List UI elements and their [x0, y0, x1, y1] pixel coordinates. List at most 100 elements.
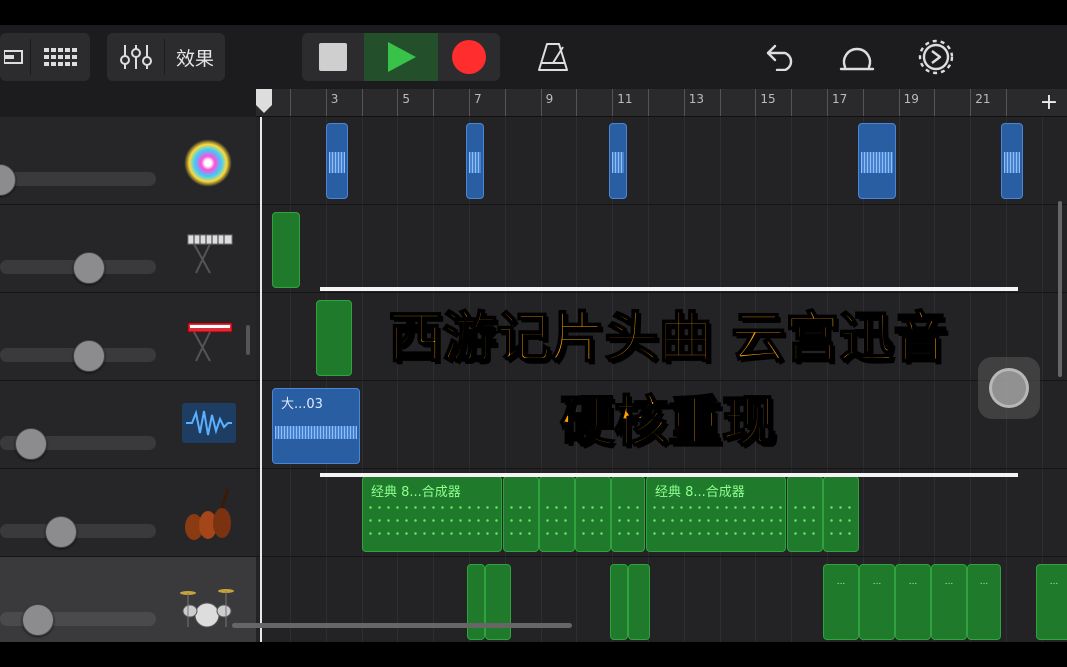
keyboard-icon — [187, 234, 233, 274]
grid-icon[interactable] — [34, 33, 88, 81]
ruler-label: 11 — [617, 92, 633, 106]
stop-button[interactable] — [302, 33, 364, 81]
metronome-icon — [538, 43, 568, 71]
volume-knob[interactable] — [0, 164, 16, 196]
title-rule-bottom — [320, 473, 1018, 477]
loop-button[interactable] — [835, 33, 879, 81]
lane-1 — [256, 117, 1067, 205]
synth-region[interactable] — [503, 476, 539, 552]
add-section-button[interactable]: + — [1031, 89, 1067, 116]
playhead-line[interactable] — [260, 117, 262, 642]
synth-region[interactable]: 经典 8...合成器 — [362, 476, 502, 552]
horizontal-scrollbar[interactable] — [232, 623, 572, 628]
overlay-title-line1: 西游记片头曲 云宫迅音 — [388, 305, 949, 370]
settings-button[interactable] — [914, 33, 958, 81]
synth-region[interactable] — [611, 476, 645, 552]
synth-region[interactable]: 经典 8...合成器 — [646, 476, 786, 552]
tracks-view-icon[interactable] — [0, 33, 28, 81]
audio-region[interactable] — [858, 123, 896, 199]
volume-slider[interactable] — [0, 172, 156, 186]
drum-region[interactable]: ... — [859, 564, 895, 640]
drum-region[interactable] — [628, 564, 650, 640]
ruler-tick — [791, 89, 793, 116]
timeline-ruler[interactable]: 3 5 7 9 11 13 15 17 19 21 + — [256, 89, 1067, 117]
undo-button[interactable] — [760, 33, 802, 81]
ruler-label: 13 — [688, 92, 705, 106]
metronome-button[interactable] — [530, 33, 576, 81]
add-label: + — [1039, 90, 1059, 115]
ruler-label: 5 — [402, 92, 411, 106]
sparkle-icon — [184, 139, 232, 187]
drum-region[interactable]: ... — [1036, 564, 1067, 640]
stop-icon — [319, 43, 347, 71]
audio-region[interactable] — [326, 123, 348, 199]
ruler-tick — [934, 89, 936, 116]
ruler-tick — [648, 89, 649, 116]
ruler-tick — [361, 89, 363, 116]
ruler-label: 17 — [832, 92, 848, 106]
resize-handle[interactable] — [246, 325, 250, 355]
ruler-tick — [898, 89, 900, 116]
play-icon — [388, 42, 416, 72]
vertical-scrollbar[interactable] — [1058, 201, 1062, 377]
drum-region[interactable]: ... — [931, 564, 967, 640]
ruler-tick — [504, 89, 506, 116]
synth-region[interactable] — [823, 476, 859, 552]
ruler-tick — [325, 89, 327, 116]
volume-knob[interactable] — [73, 252, 105, 284]
undo-icon — [766, 44, 793, 71]
volume-knob[interactable] — [73, 340, 105, 372]
volume-knob[interactable] — [15, 428, 47, 460]
region-label: 大...03 — [281, 397, 323, 412]
drum-region[interactable]: ... — [823, 564, 859, 640]
ruler-tick — [290, 89, 291, 116]
effects-label: 效果 — [175, 47, 214, 70]
track-header-keyboard[interactable] — [0, 205, 256, 293]
ruler-tick — [397, 89, 399, 116]
track-header-audio[interactable] — [0, 381, 256, 469]
garageband-window: 效果 3 5 7 9 11 13 15 17 19 21 + 大...03 经典… — [0, 25, 1067, 642]
audio-region[interactable] — [609, 123, 627, 199]
ruler-tick — [683, 89, 685, 116]
settings-icon — [918, 39, 954, 75]
overlay-title-line2: 硬核重现 — [559, 389, 777, 454]
track-header-strings[interactable] — [0, 469, 256, 557]
ruler-tick — [469, 89, 470, 116]
drum-region[interactable]: ... — [895, 564, 931, 640]
volume-slider[interactable] — [0, 524, 156, 538]
midi-region[interactable] — [272, 212, 300, 288]
ruler-tick — [719, 89, 721, 116]
playhead-marker[interactable] — [256, 89, 276, 116]
drum-region[interactable]: ... — [967, 564, 1001, 640]
mixer-icon[interactable] — [110, 33, 162, 81]
ruler-tick — [862, 89, 864, 116]
synth-region[interactable] — [787, 476, 823, 552]
synth-region[interactable] — [575, 476, 611, 552]
ruler-label: 7 — [474, 92, 482, 106]
volume-knob[interactable] — [45, 516, 77, 548]
volume-knob[interactable] — [22, 604, 54, 636]
ruler-label: 21 — [975, 92, 991, 106]
drum-region[interactable] — [485, 564, 511, 640]
audio-region[interactable] — [1001, 123, 1023, 199]
drum-region[interactable] — [610, 564, 628, 640]
audio-region[interactable] — [466, 123, 484, 199]
toolbar: 效果 — [0, 25, 1067, 89]
play-button[interactable] — [364, 33, 438, 81]
ruler-label: 9 — [545, 92, 554, 106]
track-header-sparkle[interactable] — [0, 117, 256, 205]
loop-icon — [839, 47, 875, 71]
track-header-drums[interactable] — [0, 557, 256, 642]
track-area[interactable]: 大...03 经典 8...合成器 经典 8...合成器 ... ... ...… — [256, 117, 1067, 642]
lane-2 — [256, 205, 1067, 293]
ruler-label: 15 — [760, 92, 776, 106]
track-header-red-keyboard[interactable] — [0, 293, 256, 381]
record-button[interactable] — [438, 33, 500, 81]
region-label: 经典 8...合成器 — [371, 485, 461, 500]
effects-button[interactable]: 效果 — [166, 33, 224, 81]
violin-icon — [185, 488, 231, 540]
ruler-tick — [827, 89, 828, 116]
drum-region[interactable] — [467, 564, 485, 640]
ruler-tick — [576, 89, 578, 116]
synth-region[interactable] — [539, 476, 575, 552]
